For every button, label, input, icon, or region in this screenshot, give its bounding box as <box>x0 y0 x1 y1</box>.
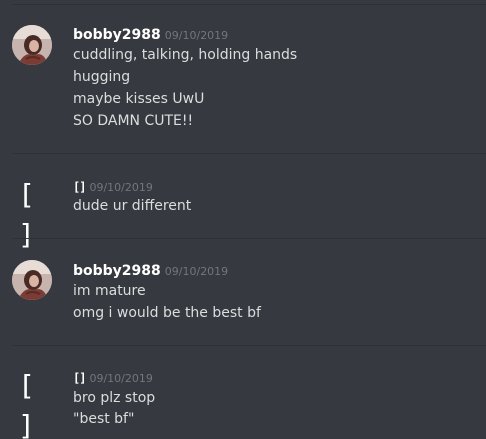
divider <box>12 238 486 239</box>
timestamp: 09/10/2019 <box>164 29 229 42</box>
divider <box>12 4 486 5</box>
divider <box>12 153 486 154</box>
message-line: SO DAMN CUTE!! <box>73 113 194 129</box>
username[interactable]: bobby2988 <box>73 263 161 279</box>
message-line: im mature <box>73 283 146 299</box>
message-line: omg i would be the best bf <box>73 305 261 321</box>
divider <box>12 345 486 346</box>
user-avatar[interactable] <box>12 260 52 300</box>
user-avatar[interactable]: [ ] <box>18 366 48 439</box>
username[interactable]: [] <box>73 371 86 385</box>
message-line: maybe kisses UwU <box>73 91 205 107</box>
message-line: hugging <box>73 69 131 85</box>
timestamp: 09/10/2019 <box>89 372 153 385</box>
username[interactable]: bobby2988 <box>73 27 161 43</box>
user-avatar[interactable]: [ ] <box>18 175 48 251</box>
message-line: bro plz stop <box>73 390 156 406</box>
message-line: cuddling, talking, holding hands <box>73 47 298 63</box>
message-line: "best bf" <box>73 411 135 427</box>
user-avatar[interactable] <box>12 25 52 65</box>
timestamp: 09/10/2019 <box>89 181 153 194</box>
chat-messages-pane: bobby2988 09/10/2019 cuddling, talking, h… <box>0 0 486 439</box>
timestamp: 09/10/2019 <box>164 265 229 278</box>
message-line: dude ur different <box>73 198 192 214</box>
username[interactable]: [] <box>73 180 86 194</box>
